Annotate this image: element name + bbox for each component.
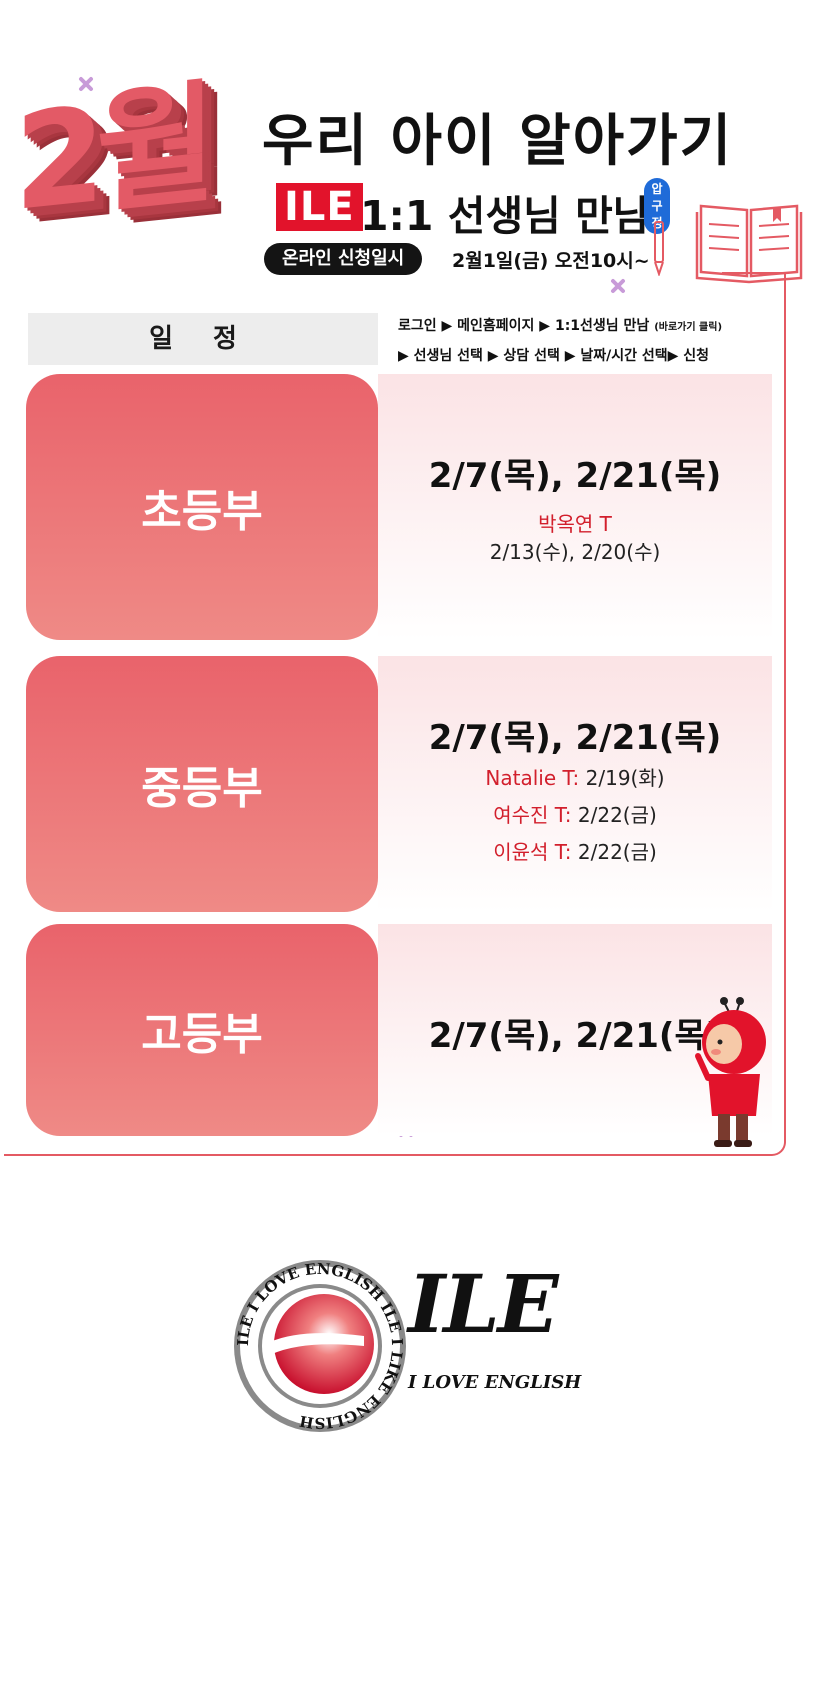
grade-box-elementary: 초등부 bbox=[26, 374, 378, 640]
apply-label-pill: 온라인 신청일시 bbox=[264, 243, 423, 275]
teacher-dates: 2/22(금) bbox=[577, 803, 657, 827]
grade-box-high: 고등부 bbox=[26, 924, 378, 1136]
page-title: 우리 아이 알아가기 bbox=[262, 109, 734, 174]
logo-wordmark: ILE bbox=[408, 1257, 559, 1351]
brand-badge: ILE bbox=[276, 183, 363, 231]
steps-line-1-text: 로그인 ▶ 메인홈페이지 ▶ 1:1선생님 만남 bbox=[398, 318, 650, 334]
pen-icon bbox=[654, 221, 664, 276]
teacher-dates: 2/19(화) bbox=[585, 766, 665, 790]
steps-line-1-note: (바로가기 클릭) bbox=[654, 322, 723, 333]
application-steps: 로그인 ▶ 메인홈페이지 ▶ 1:1선생님 만남 (바로가기 클릭) ▶ 선생님… bbox=[398, 312, 722, 370]
page-subtitle: 1:1 선생님 만남 bbox=[360, 192, 651, 240]
teacher-dates: 2/13(수), 2/20(수) bbox=[489, 540, 661, 564]
frame-line-top bbox=[722, 272, 784, 274]
teacher-name: Natalie T: bbox=[485, 766, 580, 790]
steps-line-1: 로그인 ▶ 메인홈페이지 ▶ 1:1선생님 만남 (바로가기 클릭) bbox=[398, 312, 722, 342]
apply-datetime: 2월1일(금) 오전10시~ bbox=[452, 250, 650, 272]
ile-logo: ILE I LOVE ENGLISH ILE I LIKE ENGLISH IL… bbox=[232, 1258, 612, 1434]
month-graphic: 2월 bbox=[14, 67, 254, 278]
main-dates: 2/7(목), 2/21(목) bbox=[428, 718, 722, 758]
teacher-line: Natalie T: 2/19(화) bbox=[378, 762, 772, 791]
teacher-line: 이윤석 T: 2/22(금) bbox=[378, 836, 772, 865]
logo-tagline: I LOVE ENGLISH bbox=[408, 1372, 582, 1393]
date-panel-middle: 2/7(목), 2/21(목) Natalie T: 2/19(화) 여수진 T… bbox=[378, 656, 772, 912]
teacher-line: 여수진 T: 2/22(금) bbox=[378, 799, 772, 828]
mascot-character bbox=[695, 997, 766, 1147]
grade-box-middle: 중등부 bbox=[26, 656, 378, 912]
teacher-name: 이윤석 T: bbox=[493, 840, 572, 864]
sparkle-icon bbox=[79, 77, 93, 91]
main-dates: 2/7(목), 2/21(목) bbox=[428, 456, 722, 496]
teacher-name: 여수진 T: bbox=[493, 803, 572, 827]
teacher-name: 박옥연 T bbox=[538, 512, 612, 536]
month-text: 2월 bbox=[14, 66, 208, 242]
date-panel-elementary: 2/7(목), 2/21(목) 박옥연 T 2/13(수), 2/20(수) bbox=[378, 374, 772, 640]
logo-emblem: ILE I LOVE ENGLISH ILE I LIKE ENGLISH bbox=[234, 1260, 406, 1432]
schedule-label: 일정 bbox=[28, 313, 378, 365]
teacher-dates: 2/22(금) bbox=[577, 840, 657, 864]
steps-line-2: ▶ 선생님 선택 ▶ 상담 선택 ▶ 날짜/시간 선택▶ 신청 bbox=[398, 348, 710, 364]
